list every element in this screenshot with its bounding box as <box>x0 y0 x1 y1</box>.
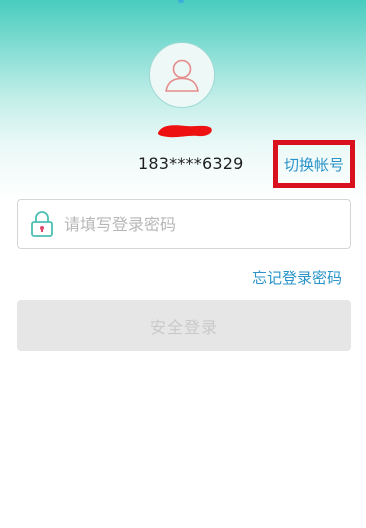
status-indicator <box>178 0 184 3</box>
password-field[interactable] <box>17 199 351 249</box>
lock-icon <box>28 209 56 239</box>
avatar <box>149 42 215 108</box>
secure-login-button[interactable]: 安全登录 <box>17 300 351 351</box>
user-silhouette-icon <box>165 59 199 92</box>
switch-account-link[interactable]: 切换帐号 <box>273 140 355 188</box>
redaction-mark <box>158 125 212 138</box>
switch-account-label: 切换帐号 <box>283 155 344 174</box>
forgot-password-link[interactable]: 忘记登录密码 <box>252 267 342 288</box>
account-phone: 183****6329 <box>138 154 244 173</box>
password-input[interactable] <box>64 214 334 234</box>
